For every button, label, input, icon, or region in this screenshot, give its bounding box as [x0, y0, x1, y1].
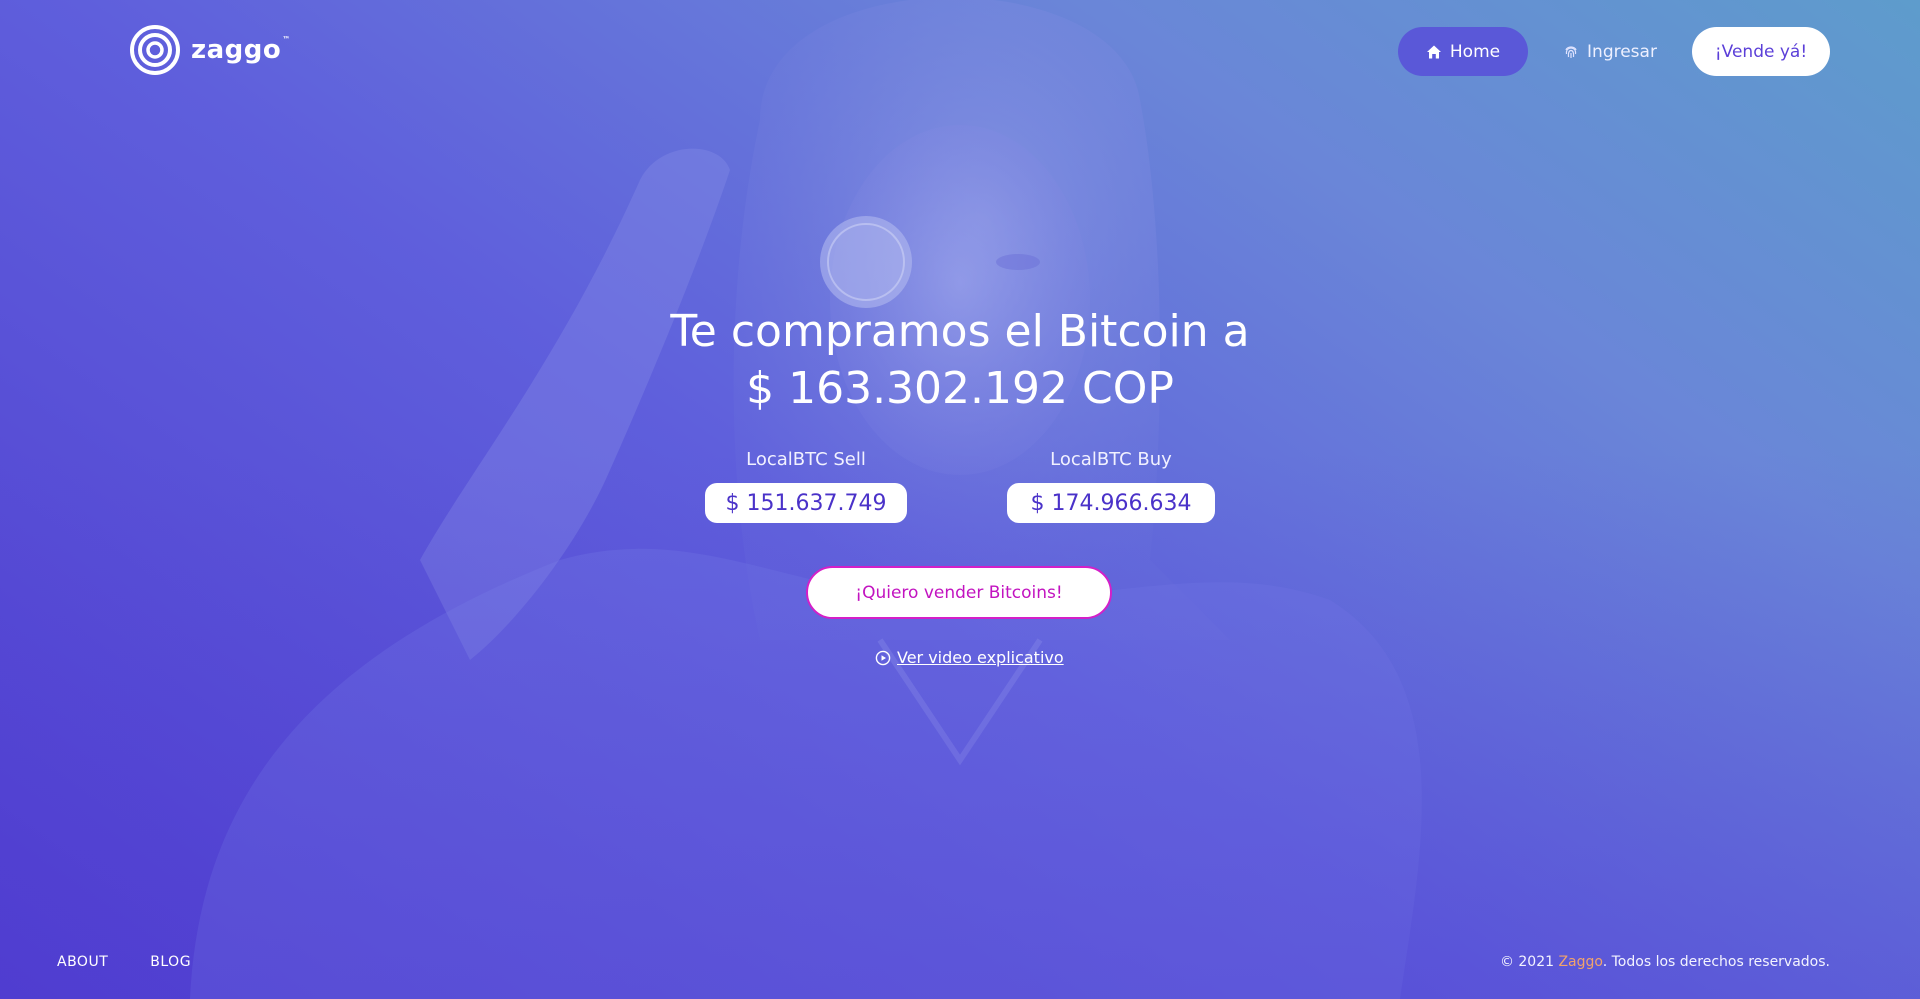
localbtc-sell-value: $ 151.637.749: [705, 483, 907, 523]
hero-title-line1: Te compramos el Bitcoin a: [670, 306, 1250, 357]
copyright: © 2021 Zaggo. Todos los derechos reserva…: [1500, 954, 1830, 970]
hero-title: Te compramos el Bitcoin a $ 163.302.192 …: [0, 303, 1920, 417]
sell-bitcoins-button[interactable]: ¡Quiero vender Bitcoins!: [806, 566, 1112, 619]
footer-links: ABOUT BLOG: [57, 954, 191, 970]
page: zaggo™ Home Ingresar ¡Vende yá! Te compr…: [0, 0, 1920, 999]
localbtc-sell-label: LocalBTC Sell: [746, 449, 866, 470]
home-icon: [1426, 45, 1441, 58]
hero-price: $ 163.302.192 COP: [746, 363, 1174, 414]
copyright-suffix: . Todos los derechos reservados.: [1602, 954, 1830, 970]
localbtc-buy-label: LocalBTC Buy: [1050, 449, 1172, 470]
sell-bitcoins-label: ¡Quiero vender Bitcoins!: [855, 582, 1063, 603]
sell-now-button[interactable]: ¡Vende yá!: [1692, 27, 1830, 76]
logo[interactable]: zaggo™: [129, 24, 291, 76]
copyright-brand-link[interactable]: Zaggo: [1558, 954, 1602, 970]
home-button[interactable]: Home: [1398, 27, 1528, 76]
fingerprint-icon: [1565, 45, 1577, 58]
color-overlay: [0, 0, 1920, 999]
top-nav: Home Ingresar ¡Vende yá!: [1398, 27, 1830, 76]
copyright-prefix: © 2021: [1499, 954, 1559, 970]
watch-video-label: Ver video explicativo: [897, 648, 1064, 667]
footer-link-about[interactable]: ABOUT: [57, 954, 108, 970]
logo-rings-icon: [130, 25, 180, 75]
watch-video-link[interactable]: Ver video explicativo: [875, 648, 1064, 667]
footer-link-blog[interactable]: BLOG: [150, 954, 191, 970]
logo-text: zaggo™: [191, 35, 291, 65]
login-label: Ingresar: [1587, 41, 1657, 62]
hero-background-image: [190, 0, 1422, 999]
login-button[interactable]: Ingresar: [1550, 27, 1670, 76]
sell-now-label: ¡Vende yá!: [1714, 41, 1808, 62]
home-label: Home: [1449, 41, 1501, 62]
play-circle-icon: [875, 650, 891, 665]
localbtc-buy-value: $ 174.966.634: [1007, 483, 1215, 523]
localbtc-sell-group: LocalBTC Sell $ 151.637.749: [705, 448, 907, 523]
localbtc-buy-group: LocalBTC Buy $ 174.966.634: [1007, 448, 1215, 523]
